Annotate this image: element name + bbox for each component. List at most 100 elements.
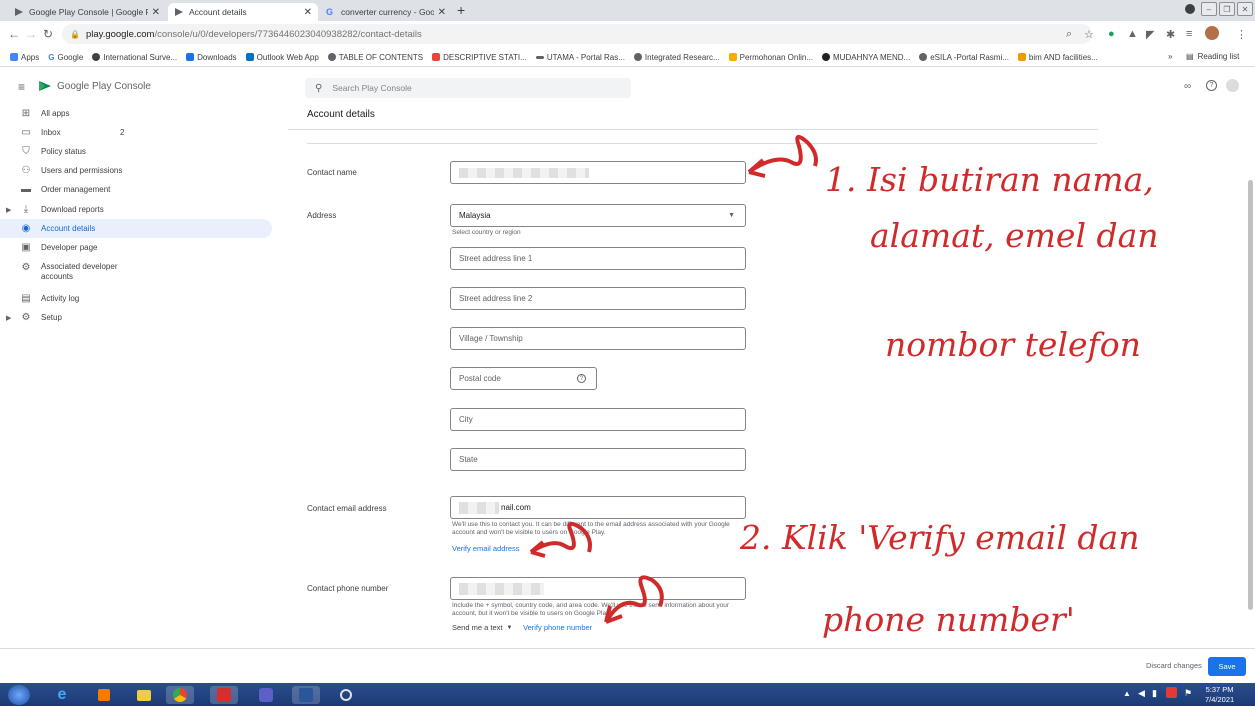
sidebar-item-download-reports[interactable]: ▶ ⤓ Download reports — [0, 200, 272, 219]
sidebar-item-users-permissions[interactable]: ⚇ Users and permissions — [0, 161, 272, 180]
sidebar-item-associated-accounts[interactable]: ⚙ Associated developer accounts — [0, 258, 272, 286]
teams-icon[interactable] — [252, 686, 280, 704]
new-tab-button[interactable]: + — [457, 3, 465, 17]
bookmark-apps[interactable]: Apps — [10, 53, 39, 62]
profile-indicator-icon[interactable] — [1185, 4, 1195, 14]
menu-kebab-icon[interactable]: ⋮ — [1236, 28, 1247, 41]
start-button[interactable] — [8, 685, 30, 705]
back-icon[interactable]: ← — [8, 27, 20, 41]
bookmark-star-icon[interactable]: ☆ — [1084, 28, 1094, 41]
bookmark-international-survey[interactable]: International Surve... — [92, 53, 177, 62]
snipping-tool-icon[interactable] — [332, 686, 360, 704]
bookmark-esila[interactable]: eSILA -Portal Rasmi... — [919, 53, 1009, 62]
bookmark-bim[interactable]: bim AND facilities... — [1017, 53, 1098, 62]
bookmark-mudahnya[interactable]: MUDAHNYA MEND... — [822, 53, 910, 62]
contact-name-field[interactable] — [450, 161, 746, 184]
redacted-name — [459, 167, 589, 178]
close-icon[interactable]: ✕ — [304, 7, 312, 18]
expand-caret-icon[interactable]: ▶ — [6, 314, 11, 322]
word-icon[interactable] — [292, 686, 320, 704]
dropdown-arrow-icon: ▼ — [506, 624, 513, 631]
tab-play-console[interactable]: Google Play Console | Google Pl ✕ — [8, 3, 166, 21]
flag-icon[interactable]: ⚑ — [1184, 688, 1192, 699]
village-township-input[interactable]: Village / Township — [450, 327, 746, 350]
minimize-icon[interactable]: – — [1201, 2, 1217, 16]
verify-email-link[interactable]: Verify email address — [452, 544, 520, 553]
bookmark-downloads[interactable]: Downloads — [186, 53, 237, 62]
contact-email-label: Contact email address — [307, 504, 387, 513]
sidebar-item-all-apps[interactable]: ⊞ All apps — [0, 104, 272, 123]
bookmark-google[interactable]: G Google — [48, 53, 83, 62]
browser-toolbar: ← → ↻ 🔒 play.google.com /console/u/0/dev… — [0, 21, 1255, 48]
help-icon[interactable]: ? — [1206, 80, 1217, 91]
extensions-puzzle-icon[interactable]: ✱ — [1166, 28, 1175, 41]
country-hint: Select country or region — [452, 229, 521, 236]
verify-phone-link[interactable]: Verify phone number — [523, 623, 592, 632]
street-address-line1-input[interactable]: Street address line 1 — [450, 247, 746, 270]
reading-list-button[interactable]: ▤ Reading list — [1186, 52, 1239, 61]
profile-avatar[interactable] — [1205, 26, 1219, 40]
sidebar-item-inbox[interactable]: ▭ Inbox 2 — [0, 123, 272, 142]
user-avatar[interactable] — [1226, 79, 1239, 92]
forward-icon[interactable]: → — [25, 27, 37, 41]
save-button[interactable]: Save — [1208, 657, 1246, 676]
account-icon: ◉ — [21, 223, 31, 234]
bookmark-permohonan[interactable]: Permohonan Onlin... — [728, 53, 813, 62]
file-explorer-icon[interactable] — [130, 686, 158, 704]
discard-changes-button[interactable]: Discard changes — [1146, 661, 1202, 670]
country-select[interactable]: Malaysia ▼ — [450, 204, 746, 227]
reading-list-queue-icon[interactable]: ≡ — [1186, 28, 1192, 40]
tab-converter-currency[interactable]: G converter currency - Google Sea ✕ — [320, 3, 452, 21]
sidebar-item-setup[interactable]: ▶ ⚙ Setup — [0, 308, 272, 327]
bookmark-descriptive-stati[interactable]: DESCRIPTIVE STATI... — [432, 53, 527, 62]
acrobat-icon[interactable] — [210, 686, 238, 704]
media-player-icon[interactable] — [90, 686, 118, 704]
extension-icon[interactable]: ▲ — [1127, 28, 1138, 40]
address-label: Address — [307, 211, 337, 220]
contact-phone-field[interactable] — [450, 577, 746, 600]
bookmarks-bar: Apps G Google International Surve... Down… — [0, 48, 1255, 67]
zoom-icon[interactable]: ⌕ — [1066, 28, 1072, 41]
internet-explorer-icon[interactable]: e — [48, 686, 76, 704]
tab-account-details[interactable]: Account details ✕ — [168, 3, 318, 21]
volume-icon[interactable]: ◀ — [1138, 688, 1145, 699]
search-input[interactable]: ⚲ Search Play Console — [305, 78, 631, 98]
state-input[interactable]: State — [450, 448, 746, 471]
sidebar-item-account-details[interactable]: ◉ Account details — [0, 219, 272, 238]
address-bar[interactable]: 🔒 play.google.com /console/u/0/developer… — [62, 24, 1092, 44]
more-bookmarks-icon[interactable]: » — [1168, 52, 1172, 61]
tray-arrow-icon[interactable]: ▲ — [1123, 689, 1131, 698]
extension-icon[interactable]: ◤ — [1146, 28, 1154, 41]
sidebar-item-policy-status[interactable]: ⛉ Policy status — [0, 142, 272, 161]
system-clock[interactable]: 5:37 PM 7/4/2021 — [1205, 685, 1234, 705]
google-icon: G — [326, 7, 334, 17]
play-console-logo[interactable]: Google Play Console — [38, 80, 151, 92]
bookmark-table-of-contents[interactable]: TABLE OF CONTENTS — [327, 53, 423, 62]
link-icon: ⚙ — [21, 262, 31, 273]
sidebar-item-activity-log[interactable]: ▤ Activity log — [0, 289, 272, 308]
window-close-icon[interactable]: ✕ — [1237, 2, 1253, 16]
street-address-line2-input[interactable]: Street address line 2 — [450, 287, 746, 310]
sidebar-item-order-management[interactable]: ▬ Order management — [0, 180, 272, 199]
hamburger-menu-icon[interactable]: ≡ — [18, 80, 25, 94]
close-icon[interactable]: ✕ — [438, 7, 446, 18]
bookmark-integrated-research[interactable]: Integrated Researc... — [633, 53, 720, 62]
reload-icon[interactable]: ↻ — [43, 27, 53, 41]
bookmark-utama[interactable]: UTAMA - Portal Ras... — [535, 53, 625, 62]
postal-code-input[interactable]: Postal code? — [450, 367, 597, 390]
grammarly-extension-icon[interactable]: ● — [1108, 28, 1115, 40]
help-icon[interactable]: ? — [577, 374, 586, 383]
lock-icon: 🔒 — [70, 29, 80, 39]
bookmark-outlook[interactable]: Outlook Web App — [245, 53, 319, 62]
link-icon[interactable]: ∞ — [1184, 81, 1191, 92]
network-icon[interactable]: ▮ — [1152, 688, 1157, 699]
close-icon[interactable]: ✕ — [152, 7, 160, 18]
expand-caret-icon[interactable]: ▶ — [6, 206, 11, 214]
chrome-icon[interactable] — [166, 686, 194, 704]
maximize-icon[interactable]: ❐ — [1219, 2, 1235, 16]
city-input[interactable]: City — [450, 408, 746, 431]
sidebar-item-developer-page[interactable]: ▣ Developer page — [0, 238, 272, 257]
security-tray-icon[interactable] — [1166, 687, 1177, 698]
send-text-dropdown[interactable]: Send me a text ▼ — [452, 623, 512, 632]
page-scrollbar[interactable] — [1248, 180, 1253, 610]
